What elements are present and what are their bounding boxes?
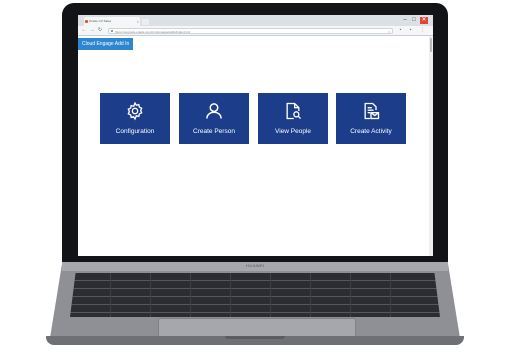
key-row-divider [70, 296, 440, 297]
view-people-button[interactable]: View People [258, 93, 328, 144]
laptop-brand-label: HUAWEI [246, 263, 265, 268]
key-column-divider [150, 273, 151, 317]
tile-label: Configuration [115, 128, 155, 135]
key-column-divider [310, 273, 311, 317]
bookmark-star-icon[interactable]: ☆ [387, 29, 391, 33]
tile-label: View People [274, 128, 312, 135]
browser-toolbar: ← → ↻ https://example.oracle.com/crm/eng… [78, 26, 433, 36]
key-row-divider [70, 280, 440, 281]
key-row-divider [70, 304, 440, 305]
scrollbar-thumb[interactable] [430, 38, 432, 52]
new-tab-button[interactable] [142, 19, 149, 25]
favicon-icon [85, 20, 88, 23]
extension-icon[interactable]: ▪ [408, 27, 413, 34]
extension-icon[interactable]: ▪ [398, 27, 403, 34]
key-column-divider [390, 273, 391, 317]
create-activity-button[interactable]: Create Activity [336, 93, 406, 144]
configuration-button[interactable]: Configuration [100, 93, 170, 144]
lock-icon [111, 30, 113, 32]
tile-label: Create Activity [350, 128, 392, 135]
scrollbar[interactable] [429, 36, 433, 256]
key-column-divider [350, 273, 351, 317]
tile-label: Create Person [193, 128, 235, 135]
addin-page: Cloud Engage Add In Configuration Create… [78, 36, 433, 256]
key-column-divider [110, 273, 111, 317]
key-column-divider [270, 273, 271, 317]
key-column-divider [230, 273, 231, 317]
gear-icon [127, 101, 143, 121]
tab-close-icon[interactable]: × [137, 17, 139, 26]
person-icon [206, 103, 222, 119]
activity-form-icon [364, 102, 380, 120]
key-row-divider [70, 288, 440, 289]
browser-menu-icon[interactable]: ⋮ [420, 27, 425, 34]
keyboard [70, 273, 440, 317]
key-column-divider [190, 273, 191, 317]
back-button[interactable]: ← [81, 27, 87, 34]
key-row-divider [70, 312, 440, 313]
laptop-screen: Oracle CX Sales × – □ ✕ ← → ↻ https://ex… [78, 15, 433, 256]
address-text: https://example.oracle.com/crm/engage/ad… [115, 29, 191, 34]
addin-title: Cloud Engage Add In [78, 38, 134, 50]
laptop-lid-notch [225, 336, 285, 339]
create-person-button[interactable]: Create Person [179, 93, 249, 144]
minimize-button[interactable]: – [401, 17, 409, 24]
maximize-button[interactable]: □ [410, 17, 418, 24]
reload-button[interactable]: ↻ [97, 27, 103, 34]
address-bar[interactable]: https://example.oracle.com/crm/engage/ad… [108, 27, 393, 34]
tab-title: Oracle CX Sales [89, 19, 112, 23]
document-search-icon [286, 102, 301, 120]
forward-button[interactable]: → [89, 27, 95, 34]
browser-titlebar: Oracle CX Sales × – □ ✕ [78, 15, 433, 26]
browser-tab[interactable]: Oracle CX Sales × [84, 17, 140, 26]
close-window-button[interactable]: ✕ [420, 17, 428, 24]
